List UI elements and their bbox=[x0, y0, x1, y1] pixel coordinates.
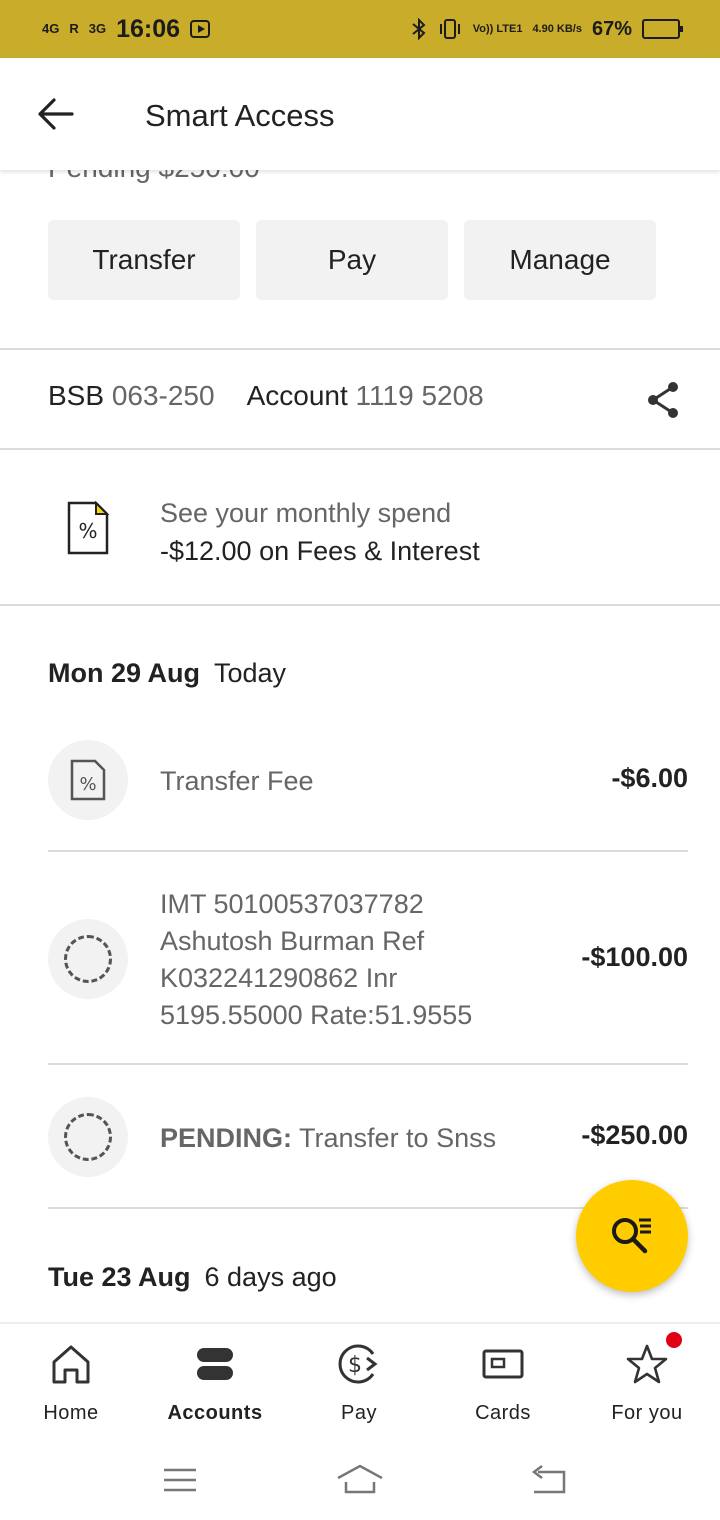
account-label: Account bbox=[246, 380, 348, 411]
relative-date: Today bbox=[214, 658, 287, 688]
pending-status: PENDING: bbox=[160, 1123, 293, 1153]
system-navigation bbox=[0, 1440, 720, 1520]
txn-description: Transfer to Snss bbox=[299, 1123, 497, 1153]
nav-label: Home bbox=[43, 1402, 99, 1424]
percent-document-icon: % bbox=[67, 500, 110, 555]
battery-icon bbox=[642, 19, 683, 39]
relative-date: 6 days ago bbox=[204, 1262, 337, 1292]
volte-indicator: Vo)) LTE1 bbox=[472, 23, 523, 35]
monthly-spend-link[interactable]: See your monthly spend -$12.00 on Fees &… bbox=[160, 494, 480, 570]
accounts-icon bbox=[197, 1348, 233, 1380]
pay-icon: $ bbox=[338, 1344, 378, 1384]
nav-label: Cards bbox=[475, 1402, 531, 1424]
page-title: Smart Access bbox=[145, 98, 335, 133]
txn-icon bbox=[48, 1097, 128, 1177]
pending-circle-icon bbox=[64, 1113, 112, 1161]
svg-text:$: $ bbox=[348, 1353, 362, 1378]
arrow-left-icon[interactable] bbox=[36, 96, 76, 132]
roaming-indicator: R bbox=[69, 21, 79, 36]
divider bbox=[0, 348, 720, 350]
battery-percent: 67% bbox=[591, 17, 632, 40]
txn-description-pending[interactable]: PENDING: Transfer to Snss bbox=[160, 1120, 496, 1157]
bsb-info: BSB 063-250 bbox=[48, 380, 215, 412]
nav-label: For you bbox=[611, 1402, 683, 1424]
txn-amount: -$6.00 bbox=[611, 763, 688, 793]
date-header: Tue 23 Aug 6 days ago bbox=[48, 1262, 337, 1293]
bsb-label: BSB bbox=[48, 380, 105, 411]
app-bar: Smart Access bbox=[0, 58, 720, 170]
divider bbox=[0, 448, 720, 450]
date-label: Tue 23 Aug bbox=[48, 1262, 191, 1292]
spend-title: See your monthly spend bbox=[160, 498, 452, 528]
txn-amount: -$100.00 bbox=[581, 942, 688, 972]
star-icon bbox=[626, 1344, 668, 1384]
search-fab-button[interactable] bbox=[576, 1180, 688, 1292]
txn-amount: -$250.00 bbox=[581, 1120, 688, 1150]
nav-pay[interactable]: $ Pay bbox=[294, 1342, 424, 1425]
search-list-icon bbox=[612, 1218, 651, 1254]
bluetooth-icon bbox=[412, 18, 426, 40]
nav-label: Pay bbox=[341, 1402, 377, 1424]
menu-icon[interactable] bbox=[160, 1462, 200, 1498]
nav-for-you[interactable]: For you bbox=[582, 1332, 712, 1425]
vibrate-icon bbox=[439, 19, 460, 39]
nav-accounts[interactable]: Accounts bbox=[150, 1342, 280, 1425]
notification-badge bbox=[666, 1332, 682, 1348]
share-icon[interactable] bbox=[644, 380, 682, 420]
account-number: 1119 5208 bbox=[355, 380, 484, 411]
bottom-navigation: Home Accounts $ Pay Cards For you bbox=[0, 1322, 720, 1440]
clock: 16:06 bbox=[116, 14, 181, 43]
account-details: BSB 063-250 Account 1119 5208 bbox=[48, 380, 484, 412]
percent-document-icon: % bbox=[70, 759, 106, 801]
spend-fees: -$12.00 on Fees & Interest bbox=[160, 536, 480, 566]
date-label: Mon 29 Aug bbox=[48, 658, 200, 688]
home-icon[interactable] bbox=[336, 1462, 384, 1498]
status-right: Vo)) LTE1 4.90 KB/s 67% bbox=[411, 17, 683, 41]
nav-cards[interactable]: Cards bbox=[438, 1342, 568, 1425]
bsb-value: 063-250 bbox=[111, 380, 215, 411]
transfer-button[interactable]: Transfer bbox=[48, 220, 240, 300]
txn-icon: % bbox=[48, 740, 128, 820]
network-3g: 3G bbox=[88, 21, 107, 36]
network-4g: 4G bbox=[42, 21, 60, 36]
svg-text:%: % bbox=[78, 519, 97, 543]
card-icon bbox=[482, 1349, 524, 1379]
row-divider bbox=[48, 1063, 688, 1065]
status-bar: 4G R 3G 16:06 Vo)) LTE1 4.90 KB/s 67% bbox=[0, 0, 720, 58]
action-buttons: Transfer Pay Manage bbox=[48, 220, 656, 300]
nav-home[interactable]: Home bbox=[6, 1342, 136, 1425]
pending-circle-icon bbox=[64, 935, 112, 983]
row-divider bbox=[48, 850, 688, 852]
txn-description[interactable]: IMT 50100537037782 Ashutosh Burman Ref K… bbox=[160, 886, 520, 1034]
pay-button[interactable]: Pay bbox=[256, 220, 448, 300]
home-icon bbox=[52, 1345, 90, 1384]
manage-button[interactable]: Manage bbox=[464, 220, 656, 300]
nav-label: Accounts bbox=[167, 1402, 263, 1424]
txn-description[interactable]: Transfer Fee bbox=[160, 763, 314, 800]
txn-icon bbox=[48, 919, 128, 999]
status-left: 4G R 3G 16:06 bbox=[42, 14, 211, 44]
svg-text:%: % bbox=[79, 774, 96, 795]
account-info: Account 1119 5208 bbox=[247, 380, 484, 412]
divider bbox=[0, 604, 720, 606]
network-speed: 4.90 KB/s bbox=[532, 23, 582, 35]
back-icon[interactable] bbox=[528, 1462, 568, 1498]
media-play-icon bbox=[190, 20, 211, 38]
date-header: Mon 29 Aug Today bbox=[48, 658, 286, 689]
